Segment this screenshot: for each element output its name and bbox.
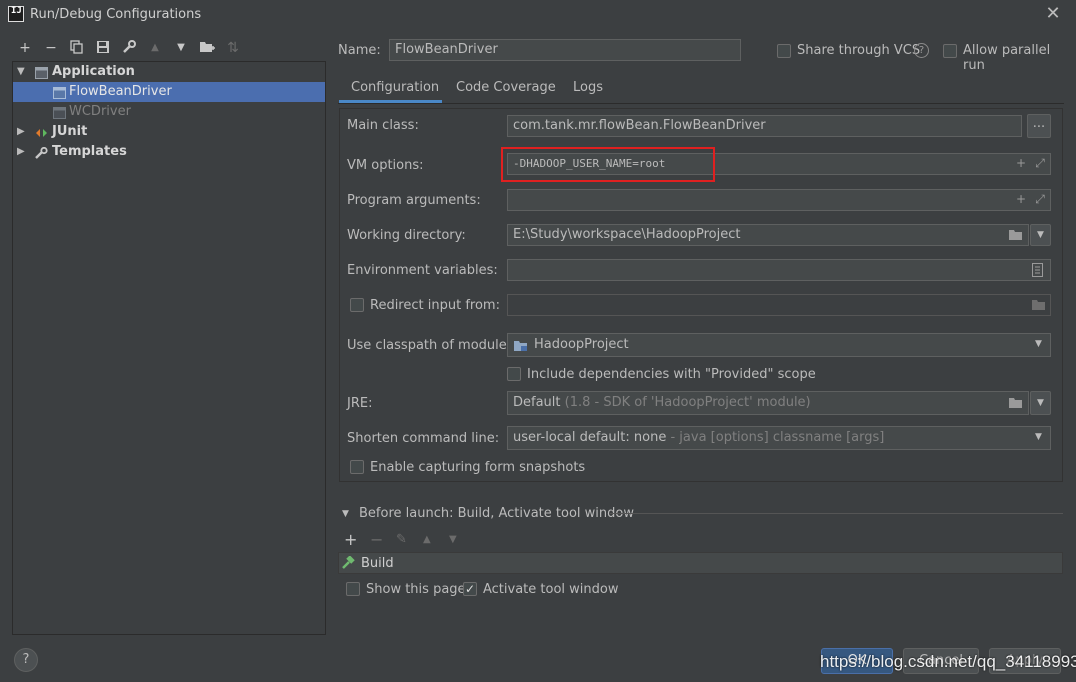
collapse-arrow-icon[interactable]: ▼ bbox=[342, 509, 349, 519]
program-arguments-input[interactable] bbox=[507, 189, 1051, 211]
environment-variables-label: Environment variables: bbox=[347, 263, 498, 278]
application-icon bbox=[35, 66, 48, 79]
module-folder-icon bbox=[513, 339, 529, 356]
collapse-arrow-icon[interactable]: ▶ bbox=[17, 122, 27, 142]
add-icon[interactable]: + bbox=[344, 530, 357, 549]
shorten-value: user-local default: none bbox=[513, 430, 667, 445]
copy-icon[interactable] bbox=[68, 40, 86, 56]
move-down-icon[interactable]: ▼ bbox=[172, 40, 190, 56]
tree-item-label: JUnit bbox=[52, 124, 88, 139]
shorten-command-select[interactable]: user-local default: none - java [options… bbox=[507, 426, 1051, 450]
dropdown-arrow-icon[interactable]: ▼ bbox=[1030, 224, 1051, 246]
name-input[interactable]: FlowBeanDriver bbox=[389, 39, 741, 61]
intellij-icon: IJ bbox=[8, 6, 24, 22]
before-launch-task-row[interactable] bbox=[338, 552, 1063, 574]
main-class-input[interactable]: com.tank.mr.flowBean.FlowBeanDriver bbox=[507, 115, 1022, 137]
jre-hint: (1.8 - SDK of 'HadoopProject' module) bbox=[564, 395, 811, 410]
remove-icon[interactable]: − bbox=[370, 530, 383, 549]
parallel-run-checkbox[interactable] bbox=[943, 44, 957, 58]
add-icon[interactable]: + bbox=[1014, 192, 1028, 206]
working-directory-input[interactable]: E:\Study\workspace\HadoopProject bbox=[507, 224, 1029, 246]
parallel-run-label: Allow parallel run bbox=[963, 43, 1051, 73]
dropdown-arrow-icon[interactable]: ▼ bbox=[1035, 432, 1042, 442]
form-snapshots-label: Enable capturing form snapshots bbox=[370, 460, 586, 475]
jre-label: JRE: bbox=[347, 396, 373, 411]
new-folder-icon[interactable] bbox=[198, 40, 216, 56]
edit-icon[interactable]: ✎ bbox=[396, 532, 407, 547]
working-directory-label: Working directory: bbox=[347, 228, 466, 243]
config-icon bbox=[53, 86, 66, 99]
section-divider bbox=[610, 513, 1063, 514]
tree-item-application[interactable]: ▼ Application bbox=[13, 62, 325, 82]
before-launch-title: Before launch: Build, Activate tool wind… bbox=[359, 506, 634, 521]
expand-icon[interactable]: ⤢ bbox=[1033, 156, 1047, 171]
tree-item-templates[interactable]: ▶ Templates bbox=[13, 142, 325, 162]
folder-icon[interactable] bbox=[1008, 396, 1024, 413]
classpath-module-label: Use classpath of module: bbox=[347, 338, 512, 353]
program-arguments-label: Program arguments: bbox=[347, 193, 481, 208]
share-vcs-checkbox[interactable] bbox=[777, 44, 791, 58]
tree-item-label: WCDriver bbox=[69, 104, 131, 119]
document-icon[interactable] bbox=[1032, 263, 1043, 281]
include-dependencies-label: Include dependencies with "Provided" sco… bbox=[527, 367, 816, 382]
shorten-command-label: Shorten command line: bbox=[347, 431, 500, 446]
dropdown-arrow-icon[interactable]: ▼ bbox=[1035, 339, 1042, 349]
collapse-arrow-icon[interactable]: ▶ bbox=[17, 142, 27, 162]
jre-value: Default bbox=[513, 395, 561, 410]
include-dependencies-checkbox[interactable] bbox=[507, 367, 521, 381]
help-button[interactable]: ? bbox=[14, 648, 38, 672]
help-icon[interactable]: ? bbox=[914, 43, 929, 58]
remove-icon[interactable]: − bbox=[42, 40, 60, 56]
browse-button[interactable]: ... bbox=[1027, 114, 1051, 138]
dropdown-arrow-icon[interactable]: ▼ bbox=[1030, 391, 1051, 415]
move-up-icon[interactable]: ▲ bbox=[146, 40, 164, 56]
tab-divider bbox=[338, 103, 1064, 104]
configuration-tree: ▼ Application FlowBeanDriver WCDriver ▶ … bbox=[12, 61, 326, 635]
wrench-icon[interactable] bbox=[120, 40, 138, 56]
redirect-input-label: Redirect input from: bbox=[370, 298, 500, 313]
move-up-icon[interactable]: ▲ bbox=[423, 534, 431, 545]
folder-icon[interactable] bbox=[1031, 298, 1047, 315]
move-down-icon[interactable]: ▼ bbox=[449, 534, 457, 545]
main-class-label: Main class: bbox=[347, 118, 419, 133]
expand-icon[interactable]: ⤢ bbox=[1033, 192, 1047, 207]
save-icon[interactable] bbox=[94, 40, 112, 56]
highlight-box bbox=[501, 147, 715, 182]
tab-logs[interactable]: Logs bbox=[573, 78, 603, 104]
hammer-icon bbox=[341, 555, 355, 574]
tab-code-coverage[interactable]: Code Coverage bbox=[456, 78, 556, 104]
window-title: Run/Debug Configurations bbox=[30, 7, 202, 22]
tree-item-label: Templates bbox=[52, 144, 127, 159]
activate-tool-window-checkbox[interactable]: ✓ bbox=[463, 582, 477, 596]
shorten-hint: - java [options] classname [args] bbox=[670, 430, 885, 445]
tree-item-label: Application bbox=[52, 64, 135, 79]
redirect-input-field[interactable] bbox=[507, 294, 1051, 316]
vm-options-label: VM options: bbox=[347, 158, 424, 173]
junit-icon bbox=[35, 126, 48, 138]
show-page-label: Show this page bbox=[366, 582, 466, 597]
folder-icon[interactable] bbox=[1008, 228, 1024, 245]
redirect-input-checkbox[interactable] bbox=[350, 298, 364, 312]
show-page-checkbox[interactable] bbox=[346, 582, 360, 596]
add-icon[interactable]: + bbox=[1014, 156, 1028, 170]
wrench-icon bbox=[35, 146, 48, 159]
build-task-label: Build bbox=[361, 556, 394, 571]
share-vcs-label: Share through VCS bbox=[797, 43, 921, 58]
close-icon[interactable]: ✕ bbox=[1044, 4, 1062, 24]
watermark-text: https://blog.csdn.net/qq_34118993 bbox=[820, 652, 1076, 671]
expand-arrow-icon[interactable]: ▼ bbox=[17, 62, 27, 82]
environment-variables-input[interactable] bbox=[507, 259, 1051, 281]
tree-item-wcdriver[interactable]: WCDriver bbox=[13, 102, 325, 122]
tree-item-junit[interactable]: ▶ JUnit bbox=[13, 122, 325, 142]
classpath-module-select[interactable]: HadoopProject bbox=[507, 333, 1051, 357]
config-icon bbox=[53, 106, 66, 119]
tree-item-label: FlowBeanDriver bbox=[69, 84, 172, 99]
form-snapshots-checkbox[interactable] bbox=[350, 460, 364, 474]
sort-icon[interactable]: ⇅ bbox=[224, 40, 242, 56]
activate-tool-window-label: Activate tool window bbox=[483, 582, 619, 597]
name-label: Name: bbox=[338, 43, 381, 58]
tree-item-flowbeandriver[interactable]: FlowBeanDriver bbox=[13, 82, 325, 102]
jre-input[interactable]: Default (1.8 - SDK of 'HadoopProject' mo… bbox=[507, 391, 1029, 415]
add-icon[interactable]: + bbox=[16, 40, 34, 56]
